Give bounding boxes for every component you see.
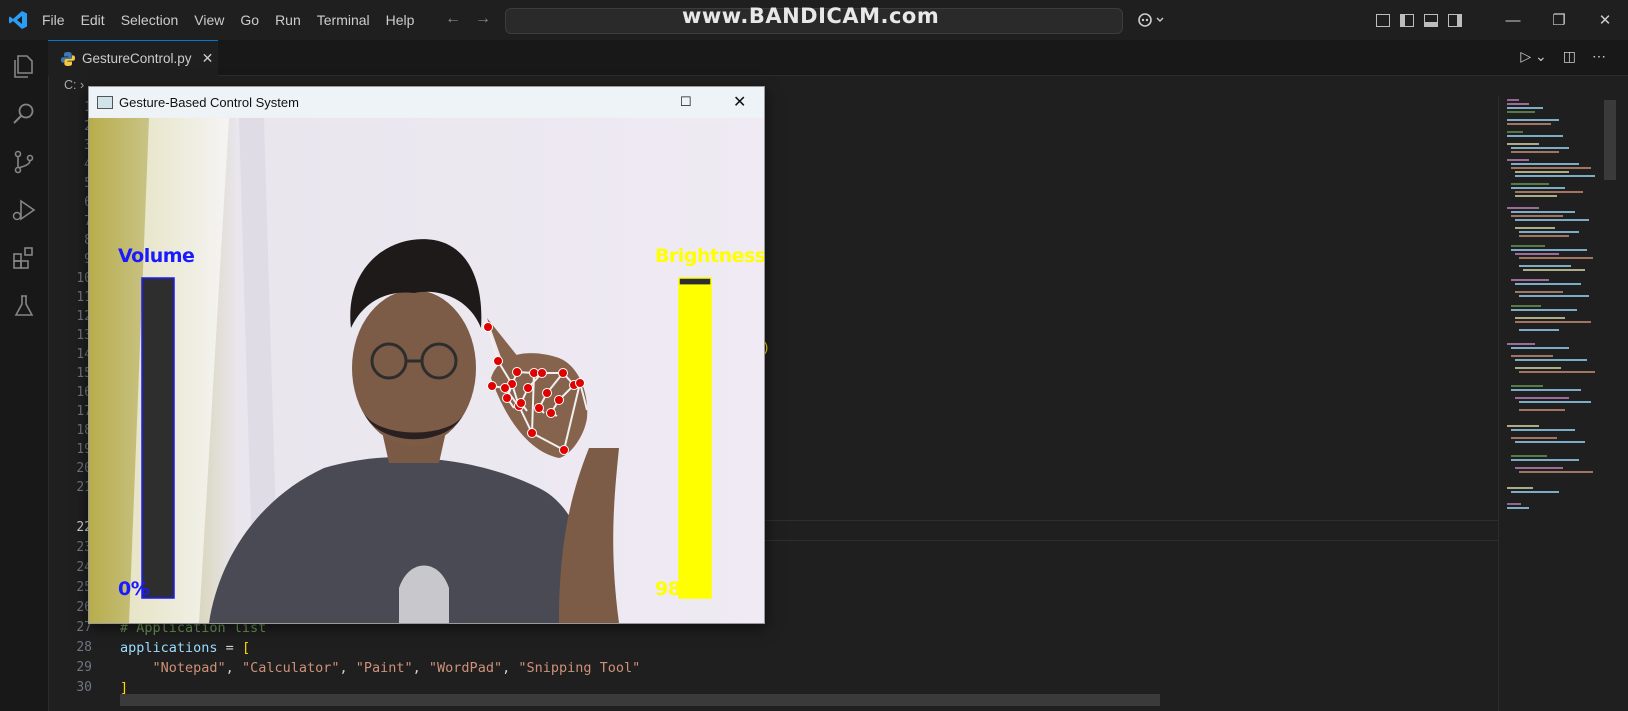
code-variable: applications — [120, 640, 218, 656]
gesture-window-titlebar[interactable]: Gesture-Based Control System ☐ ✕ — [89, 87, 764, 117]
split-editor-icon[interactable]: ◫ — [1563, 48, 1576, 65]
app-window-icon — [97, 96, 113, 109]
minimize-icon[interactable]: — — [1490, 12, 1536, 29]
line-number: 20 — [76, 461, 92, 476]
menu-file[interactable]: File — [34, 12, 73, 28]
menu-edit[interactable]: Edit — [73, 12, 113, 28]
code-string: "WordPad" — [428, 660, 503, 676]
line-number: 21 — [76, 480, 92, 495]
brightness-bar-fill — [679, 284, 711, 598]
line-number: 1 — [48, 100, 92, 115]
code-operator: = — [217, 640, 242, 656]
forward-arrow-icon[interactable]: → — [475, 10, 491, 28]
webcam-image — [89, 118, 764, 623]
line-number: 4 — [48, 157, 92, 172]
menu-selection[interactable]: Selection — [113, 12, 187, 28]
horizontal-scrollbar[interactable] — [120, 694, 1160, 706]
breadcrumb[interactable]: C: › — [64, 78, 84, 92]
activity-bar — [0, 40, 49, 711]
line-number: 14 — [76, 347, 92, 362]
menu-view[interactable]: View — [186, 12, 232, 28]
close-icon[interactable]: ✕ — [733, 92, 746, 112]
explorer-icon[interactable] — [10, 52, 38, 80]
toggle-primary-sidebar-icon[interactable] — [1400, 13, 1414, 27]
menu-bar: File Edit Selection View Go Run Terminal… — [34, 0, 422, 40]
line-number: 7 — [48, 214, 92, 229]
line-number: 5 — [48, 176, 92, 191]
brightness-label: Brightness — [655, 245, 764, 267]
line-number: 17 — [76, 404, 92, 419]
tab-gesturecontrol[interactable]: GestureControl.py ✕ — [48, 40, 218, 76]
menu-help[interactable]: Help — [378, 12, 423, 28]
minimap[interactable] — [1498, 96, 1603, 711]
editor-tabs: GestureControl.py ✕ ▷ ⌄ ◫ ⋯ — [48, 40, 1628, 76]
volume-value: 0% — [118, 578, 150, 600]
line-number: 11 — [76, 290, 92, 305]
line-number: 13 — [76, 328, 92, 343]
vertical-scrollbar[interactable] — [1604, 100, 1616, 180]
code-open-bracket: [ — [241, 640, 251, 656]
volume-bar-frame — [141, 277, 175, 599]
line-number: 25 — [76, 580, 92, 595]
line-number: 2 — [48, 119, 92, 134]
line-number: 26 — [76, 600, 92, 615]
tab-close-icon[interactable]: ✕ — [202, 50, 214, 67]
more-actions-icon[interactable]: ⋯ — [1592, 48, 1606, 65]
line-number: 6 — [48, 195, 92, 210]
run-debug-icon[interactable] — [10, 196, 38, 224]
menu-go[interactable]: Go — [232, 12, 267, 28]
gesture-control-window[interactable]: Gesture-Based Control System ☐ ✕ Volume … — [88, 86, 765, 624]
line-number: 3 — [48, 138, 92, 153]
line-number: 8 — [48, 233, 92, 248]
restore-icon[interactable]: ❐ — [1536, 11, 1582, 29]
python-file-icon — [61, 51, 75, 66]
volume-label: Volume — [118, 245, 195, 267]
window-controls: — ❐ ✕ — [1376, 0, 1628, 40]
close-window-icon[interactable]: ✕ — [1582, 11, 1628, 29]
menu-run[interactable]: Run — [267, 12, 309, 28]
customize-layout-icon[interactable] — [1376, 13, 1390, 27]
vscode-logo-icon — [9, 11, 27, 29]
gesture-window-title: Gesture-Based Control System — [119, 95, 299, 110]
extensions-icon[interactable] — [10, 244, 38, 272]
testing-flask-icon[interactable] — [10, 292, 38, 320]
webcam-feed: Volume 0% Brightness 98% — [89, 118, 764, 623]
brightness-value: 98% — [655, 578, 699, 600]
code-string: "Snipping Tool" — [518, 660, 641, 676]
menu-terminal[interactable]: Terminal — [309, 12, 378, 28]
line-number: 19 — [76, 442, 92, 457]
back-arrow-icon[interactable]: ← — [445, 10, 461, 28]
code-line-28: applications = [ — [120, 640, 250, 656]
search-icon[interactable] — [10, 100, 38, 128]
line-number: 18 — [76, 423, 92, 438]
code-string: "Notepad" — [152, 660, 226, 676]
toggle-panel-icon[interactable] — [1424, 13, 1438, 27]
code-string: "Calculator" — [241, 660, 340, 676]
copilot-icon[interactable] — [1136, 10, 1166, 30]
line-number: 23 — [76, 540, 92, 555]
bandicam-watermark: www.BANDICAM.com — [682, 4, 940, 28]
line-number: 30 — [76, 680, 92, 695]
tab-label: GestureControl.py — [82, 51, 192, 66]
line-number: 29 — [76, 660, 92, 675]
maximize-icon[interactable]: ☐ — [680, 94, 692, 110]
code-line-29: "Notepad", "Calculator", "Paint", "WordP… — [120, 660, 641, 676]
line-number-active: 22 — [76, 520, 92, 535]
toggle-secondary-sidebar-icon[interactable] — [1448, 13, 1462, 27]
line-number: 27 — [76, 620, 92, 635]
line-number: 9 — [48, 252, 92, 267]
editor-actions: ▷ ⌄ ◫ ⋯ — [1520, 48, 1606, 65]
line-number: 12 — [76, 309, 92, 324]
run-python-file-icon[interactable]: ▷ ⌄ — [1520, 48, 1546, 65]
source-control-icon[interactable] — [10, 148, 38, 176]
line-number: 24 — [76, 560, 92, 575]
line-number: 16 — [76, 385, 92, 400]
navigation-arrows: ← → — [445, 10, 491, 28]
code-string: "Paint" — [355, 660, 413, 676]
line-number: 10 — [76, 271, 92, 286]
line-number: 28 — [76, 640, 92, 655]
line-number: 15 — [76, 366, 92, 381]
title-bar: File Edit Selection View Go Run Terminal… — [0, 0, 1628, 40]
